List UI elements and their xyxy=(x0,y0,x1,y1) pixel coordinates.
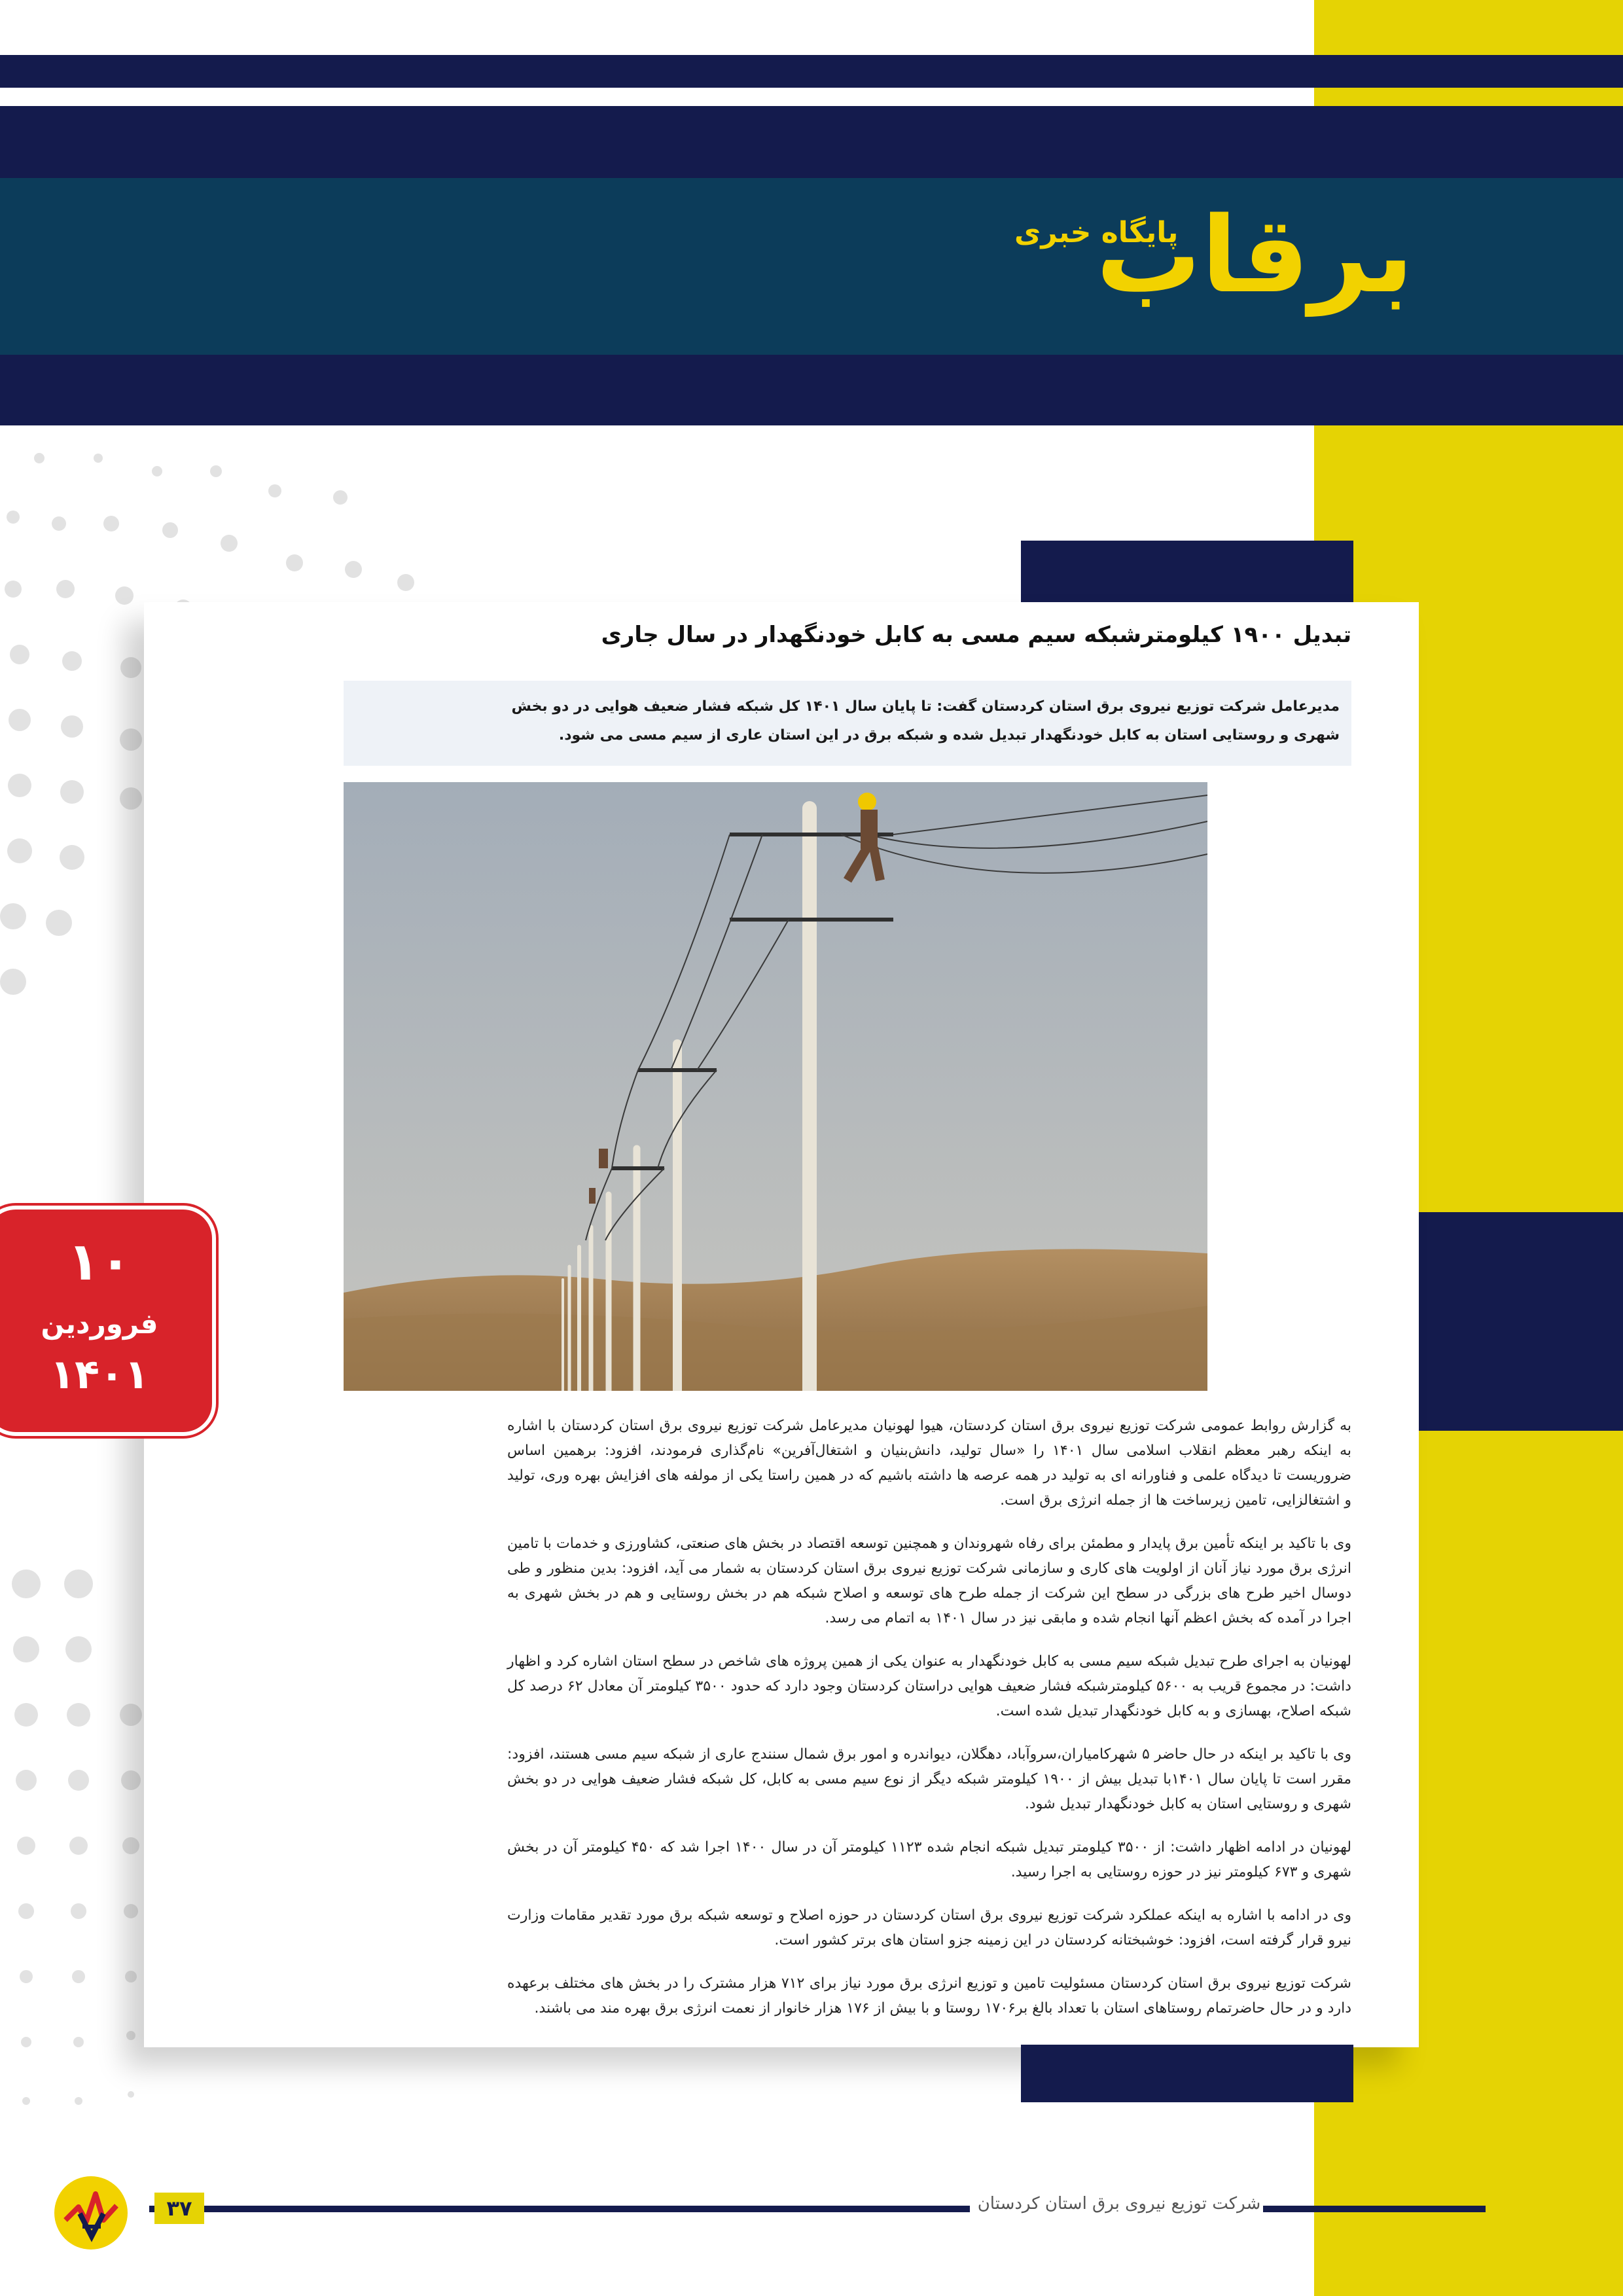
card-bottom-accent xyxy=(1021,2045,1353,2102)
article-paragraph: شرکت توزیع نیروی برق استان کردستان مسئول… xyxy=(507,1975,1351,2017)
footer-company-name: شرکت توزیع نیروی برق استان کردستان xyxy=(977,2194,1261,2214)
lead-box: مدیرعامل شرکت توزیع نیروی برق استان کردس… xyxy=(344,681,1351,766)
article-paragraph: وی با تاکید بر اینکه تأمین برق پایدار و … xyxy=(507,1535,1351,1626)
header-band-gap xyxy=(0,88,1314,106)
article-photo xyxy=(344,782,1207,1391)
article-paragraph: به گزارش روابط عمومی شرکت توزیع نیروی بر… xyxy=(507,1418,1351,1509)
page-number: ۳۷ xyxy=(154,2193,204,2224)
footer-divider-left xyxy=(204,2206,970,2212)
card-top-accent xyxy=(1021,541,1353,603)
header-logo: برقاب پایگاه خبری xyxy=(982,196,1440,347)
logo-subtitle: پایگاه خبری xyxy=(1014,216,1179,249)
article-paragraph: وی با تاکید بر اینکه در حال حاضر ۵ شهرکا… xyxy=(507,1746,1351,1812)
date-day: ۱۰ xyxy=(67,1231,132,1292)
date-month: فروردین xyxy=(41,1308,158,1340)
header-band-navy xyxy=(0,106,1623,178)
date-year: ۱۴۰۱ xyxy=(50,1350,149,1398)
article-headline: تبدیل ۱۹۰۰ کیلومترشبکه سیم مسی به کابل خ… xyxy=(601,622,1351,648)
article-body: به گزارش روابط عمومی شرکت توزیع نیروی بر… xyxy=(344,1414,1351,2039)
article-paragraph: لهونیان در ادامه اظهار داشت: از ۳۵۰۰ کیل… xyxy=(507,1839,1351,1880)
header-band-bottom xyxy=(0,355,1623,425)
article-lead: مدیرعامل شرکت توزیع نیروی برق استان کردس… xyxy=(511,698,1340,744)
article-paragraph: لهونیان به اجرای طرح تبدیل شبکه سیم مسی … xyxy=(507,1653,1351,1719)
header-band-top xyxy=(0,55,1623,88)
footer-divider-right xyxy=(1263,2206,1486,2212)
article-card: تبدیل ۱۹۰۰ کیلومترشبکه سیم مسی به کابل خ… xyxy=(144,602,1419,2047)
article-paragraph: وی در ادامه با اشاره به اینکه عملکرد شرک… xyxy=(507,1907,1351,1948)
date-badge: ۱۰ فروردین ۱۴۰۱ xyxy=(0,1210,212,1432)
power-company-logo-icon xyxy=(54,2176,128,2250)
